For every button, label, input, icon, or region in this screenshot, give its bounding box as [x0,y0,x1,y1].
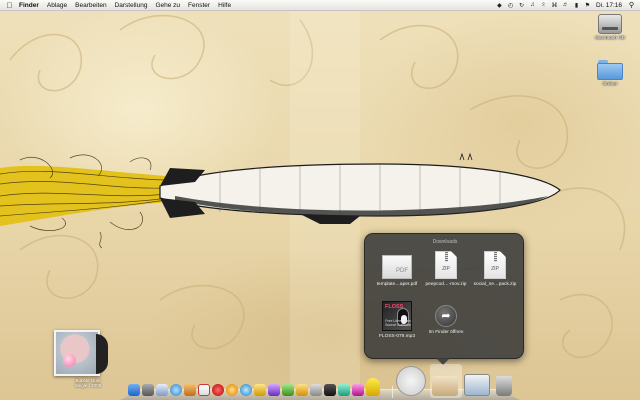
music-icon[interactable]: ♫ [528,2,536,9]
magenta-app-icon[interactable] [352,384,364,396]
green-app-icon[interactable] [282,384,294,396]
menu-bearbeiten[interactable]: Bearbeiten [71,0,110,11]
stack-item-pdf[interactable]: PDF template…aper.pdf [371,251,423,287]
desktop-icon-label: Ordner [602,82,618,87]
arrow-circle-icon: ➦ [435,305,457,327]
dock-separator [392,386,393,398]
zeppelin-hull [159,152,561,224]
ichat-icon[interactable] [184,384,196,396]
zip-file-icon: ZIP [484,251,506,279]
bluetooth-icon[interactable]: ᛟ [539,2,547,9]
menu-hilfe[interactable]: Hilfe [214,0,235,11]
terminal-icon[interactable] [324,384,336,396]
stack-item-label: Im Finder öffnen [428,330,464,335]
album-cover-widget[interactable] [54,330,100,376]
menu-gehe-zu[interactable]: Gehe zu [151,0,184,11]
desktop-icon-label: Macintosh HD [594,36,626,41]
adium-duck-icon[interactable] [366,378,380,396]
itunes-icon[interactable] [240,384,252,396]
stack-item-label: social_ne…pack.zip [473,282,517,287]
mp3-cover-art: FLOSS Free Libre Open Source Software [382,301,412,331]
calendar-icon[interactable] [198,384,210,396]
menu-app-finder[interactable]: Finder [15,0,43,11]
album-caption-subtitle: Single / 2009 [74,383,102,388]
battery-icon[interactable]: ▮ [572,2,580,9]
stack-item-zip-1[interactable]: ZIP peepcod…-mov.zip [420,251,472,287]
purple-app-icon[interactable] [268,384,280,396]
vinyl-record-icon [96,334,108,374]
apple-menu-icon[interactable]:  [4,1,15,10]
desktop-icon-hard-drive[interactable]: Macintosh HD [588,14,632,42]
album-caption: Bubble Gum Single / 2009 [40,378,136,388]
spotlight-search-icon[interactable]: ⚲ [627,1,636,10]
rope-trail [0,154,170,249]
desktop-icon-folder[interactable]: Ordner [588,60,632,88]
zip-file-icon: ZIP [435,251,457,279]
stack-item-label: FLOSS-079.mp3 [379,334,415,339]
finder-icon[interactable] [128,384,140,396]
dashboard-icon[interactable] [142,384,154,396]
stack-item-label: template…aper.pdf [376,282,418,287]
flag-icon[interactable]: ⚑ [583,2,591,9]
no-entry-app-icon[interactable] [396,366,426,396]
wifi-icon[interactable]: ⌘ [550,2,558,9]
stack-title: Downloads [432,239,458,245]
time-machine-icon[interactable]: ◴ [506,2,514,9]
utility-icon[interactable] [310,384,322,396]
menu-clock[interactable]: Di. 17:16 [593,2,625,9]
menu-darstellung[interactable]: Darstellung [111,0,152,11]
stack-item-zip-2[interactable]: ZIP social_ne…pack.zip [469,251,521,287]
bubble-gum-graphic [63,354,76,367]
volume-icon[interactable]: ♬ [561,2,569,9]
menu-bar:  Finder Ablage Bearbeiten Darstellung G… [0,0,640,11]
menu-extras: ◆ ◴ ↻ ♫ ᛟ ⌘ ♬ ▮ ⚑ Di. 17:16 ⚲ [494,0,640,11]
firefox-icon[interactable] [226,384,238,396]
stack-item-mp3[interactable]: FLOSS Free Libre Open Source Software FL… [371,301,423,339]
documents-stack-icon[interactable] [464,374,490,396]
mail-icon[interactable] [156,384,168,396]
sun-app-icon[interactable] [254,384,266,396]
trash-icon[interactable] [496,376,512,396]
safari-icon[interactable] [170,384,182,396]
dock [124,362,524,400]
stack-item-label: peepcod…-mov.zip [425,282,467,287]
downloads-stack-icon[interactable] [432,376,458,396]
pdf-file-icon: PDF [382,255,412,279]
menu-fenster[interactable]: Fenster [184,0,214,11]
red-app-icon[interactable] [212,384,224,396]
folder-icon [597,60,623,80]
sync-icon[interactable]: ↻ [517,2,525,9]
dropbox-icon[interactable]: ◆ [495,2,503,9]
pencil-app-icon[interactable] [296,384,308,396]
teal-app-icon[interactable] [338,384,350,396]
stack-item-open-in-finder[interactable]: ➦ Im Finder öffnen [420,301,472,335]
menu-ablage[interactable]: Ablage [43,0,71,11]
downloads-stack-popup: Downloads PDF template…aper.pdf ZIP peep… [364,233,524,365]
hard-drive-icon [598,14,622,34]
